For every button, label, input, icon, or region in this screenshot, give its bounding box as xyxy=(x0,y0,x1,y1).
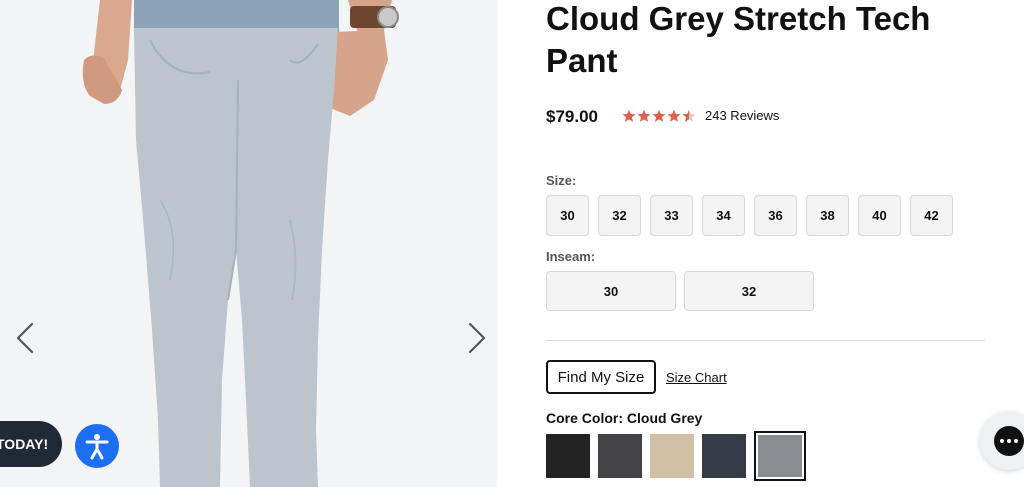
chevron-left-icon xyxy=(16,322,34,354)
size-option-button[interactable]: 30 xyxy=(546,195,589,236)
reviews-link[interactable]: 243 Reviews xyxy=(705,108,779,123)
size-option-button[interactable]: 32 xyxy=(598,195,641,236)
inseam-option-button[interactable]: 30 xyxy=(546,271,676,311)
product-rating[interactable]: 243 Reviews xyxy=(622,108,779,123)
size-label: Size: xyxy=(546,173,577,188)
color-label: Core Color: Cloud Grey xyxy=(546,410,703,426)
product-price: $79.00 xyxy=(546,107,598,126)
chat-icon xyxy=(994,426,1024,456)
color-swatches xyxy=(546,431,806,481)
size-option-button[interactable]: 38 xyxy=(806,195,849,236)
gallery-prev-button[interactable] xyxy=(10,318,40,358)
size-option-button[interactable]: 33 xyxy=(650,195,693,236)
inseam-options: 30 32 xyxy=(546,271,814,311)
inseam-option-button[interactable]: 32 xyxy=(684,271,814,311)
product-photo xyxy=(82,0,399,487)
inseam-label: Inseam: xyxy=(546,249,596,264)
chevron-right-icon xyxy=(468,322,486,354)
find-my-size-button[interactable]: Find My Size xyxy=(546,360,656,394)
size-option-button[interactable]: 40 xyxy=(858,195,901,236)
star-icon xyxy=(682,109,696,122)
promo-pill-label: TODAY! xyxy=(0,436,49,452)
promo-pill-button[interactable]: TODAY! xyxy=(0,421,62,467)
color-swatch-charcoal[interactable] xyxy=(598,434,642,478)
size-option-button[interactable]: 42 xyxy=(910,195,953,236)
gallery-next-button[interactable] xyxy=(462,318,492,358)
size-option-button[interactable]: 34 xyxy=(702,195,745,236)
chat-button[interactable] xyxy=(980,412,1024,470)
accessibility-button[interactable] xyxy=(75,424,119,468)
color-swatch-navy[interactable] xyxy=(702,434,746,478)
star-icon xyxy=(652,109,666,122)
star-icon xyxy=(667,109,681,122)
star-icon xyxy=(622,109,636,122)
size-chart-link[interactable]: Size Chart xyxy=(666,370,727,385)
color-swatch-black[interactable] xyxy=(546,434,590,478)
product-title: Cloud Grey Stretch Tech Pant xyxy=(546,0,931,79)
size-option-button[interactable]: 36 xyxy=(754,195,797,236)
size-options: 30 32 33 34 36 38 40 42 xyxy=(546,195,953,236)
color-swatch-cloud-grey[interactable] xyxy=(758,435,802,477)
product-image-gallery: TODAY! xyxy=(0,0,497,487)
color-swatch-khaki[interactable] xyxy=(650,434,694,478)
color-swatch-selected-frame[interactable] xyxy=(754,431,806,481)
accessibility-icon xyxy=(85,434,109,460)
section-divider xyxy=(546,340,985,341)
rating-stars xyxy=(622,109,696,123)
star-icon xyxy=(637,109,651,122)
